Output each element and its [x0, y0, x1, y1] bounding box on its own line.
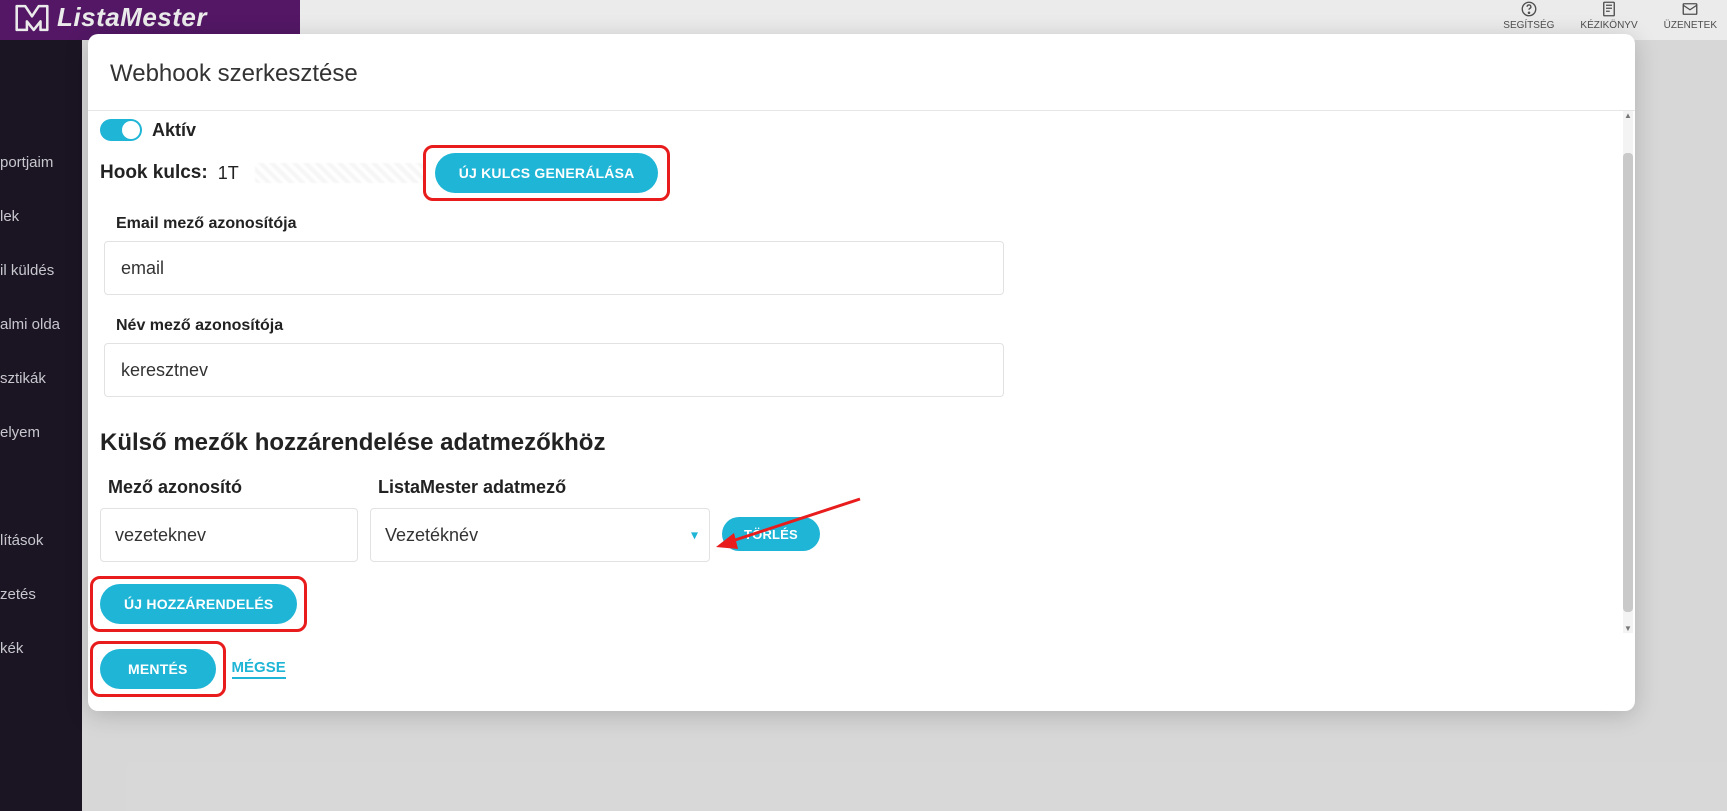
name-field-id-label: Név mező azonosítója: [116, 317, 1613, 335]
hook-key-value: 1T: [218, 163, 245, 184]
scroll-thumb[interactable]: [1623, 153, 1633, 612]
modal-body: ▲ ▼ Aktív Hook kulcs: 1T ÚJ KULCS GENERÁ…: [88, 111, 1635, 633]
generate-key-button[interactable]: ÚJ KULCS GENERÁLÁSA: [435, 153, 659, 193]
scroll-up-icon: ▲: [1623, 111, 1633, 120]
modal-footer: MENTÉS MÉGSE: [88, 633, 1635, 711]
new-mapping-button[interactable]: ÚJ HOZZÁRENDELÉS: [100, 584, 297, 624]
scrollbar[interactable]: ▲ ▼: [1623, 111, 1633, 633]
email-field-id-label: Email mező azonosítója: [116, 215, 1613, 233]
mapping-row: Mező azonosító ListaMester adatmező ▾ TÖ…: [100, 477, 1613, 562]
hook-key-blurred: [255, 163, 425, 183]
scroll-down-icon: ▼: [1623, 624, 1633, 633]
name-field-id-input[interactable]: [104, 343, 1004, 397]
hook-key-label: Hook kulcs:: [100, 162, 208, 184]
mapping-col-id-label: Mező azonosító: [108, 477, 358, 498]
mapping-section-heading: Külső mezők hozzárendelése adatmezőkhöz: [100, 429, 1613, 457]
active-toggle-label: Aktív: [152, 120, 196, 141]
cancel-link[interactable]: MÉGSE: [232, 659, 286, 679]
mapping-col-target-label: ListaMester adatmező: [378, 477, 710, 498]
email-field-id-input[interactable]: [104, 241, 1004, 295]
modal-title: Webhook szerkesztése: [110, 60, 1605, 88]
modal-header: Webhook szerkesztése: [88, 34, 1635, 111]
delete-mapping-button[interactable]: TÖRLÉS: [722, 517, 820, 551]
save-button[interactable]: MENTÉS: [100, 649, 216, 689]
mapping-target-select[interactable]: [370, 508, 710, 562]
active-toggle[interactable]: [100, 119, 142, 141]
mapping-id-input[interactable]: [100, 508, 358, 562]
webhook-edit-modal: Webhook szerkesztése ▲ ▼ Aktív Hook kulc…: [88, 34, 1635, 711]
